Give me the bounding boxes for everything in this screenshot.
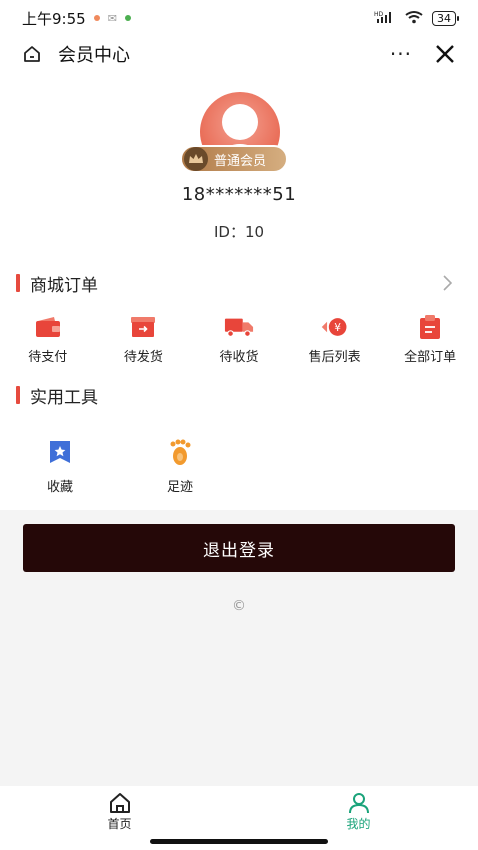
bottom-tab-bar: 首页 我的 (0, 786, 478, 850)
page-title: 会员中心 (58, 45, 130, 66)
home-indicator (150, 839, 328, 844)
order-item-label: 待收货 (219, 350, 259, 365)
profile-card: 普通会员 18*******51 ID：10 (0, 72, 478, 262)
tools-section: 实用工具 收藏 足迹 (0, 374, 478, 510)
order-after-sales[interactable]: ¥ 售后列表 (287, 314, 383, 365)
order-item-label: 待支付 (28, 350, 68, 365)
crown-icon (184, 147, 208, 171)
orders-header[interactable]: 商城订单 (0, 262, 478, 304)
truck-icon (224, 314, 254, 340)
orders-title: 商城订单 (30, 275, 98, 296)
member-level-label: 普通会员 (214, 153, 267, 169)
refund-icon: ¥ (320, 314, 350, 340)
user-id: ID：10 (213, 223, 265, 241)
clipboard-icon (415, 314, 445, 340)
battery-icon: 34 (432, 10, 459, 26)
order-pending-shipment[interactable]: 待发货 (96, 314, 192, 365)
wifi-icon (404, 10, 424, 27)
member-level-badge: 普通会员 (180, 145, 288, 173)
tool-footprints[interactable]: 足迹 (120, 438, 240, 510)
tools-title: 实用工具 (30, 387, 98, 408)
order-item-label: 待发货 (123, 350, 163, 365)
order-pending-receipt[interactable]: 待收货 (191, 314, 287, 365)
orders-section: 商城订单 待支付 待发货 待收货 ¥ 售后列表 全部订单 (0, 262, 478, 374)
wallet-icon (33, 314, 63, 340)
more-button[interactable]: ··· (380, 42, 422, 66)
home-tab-icon (107, 792, 133, 814)
footprint-icon (166, 438, 194, 466)
bookmark-star-icon (46, 438, 74, 466)
logout-button[interactable]: 退出登录 (23, 524, 455, 572)
order-status-grid: 待支付 待发货 待收货 ¥ 售后列表 全部订单 (0, 304, 478, 374)
tool-item-label: 收藏 (46, 480, 73, 495)
status-time: 上午9:55 (22, 9, 86, 28)
package-icon (128, 314, 158, 340)
svg-text:¥: ¥ (334, 322, 341, 334)
top-area: 上午9:55 ✉ HD 34 会员中心 ··· (0, 0, 478, 72)
order-item-label: 售后列表 (308, 350, 361, 365)
close-icon[interactable] (432, 41, 458, 67)
signal-icon: HD (374, 10, 396, 27)
order-all[interactable]: 全部订单 (382, 314, 478, 365)
order-pending-payment[interactable]: 待支付 (0, 314, 96, 365)
chevron-right-icon[interactable] (442, 275, 456, 291)
copyright-text: © (232, 598, 246, 614)
section-accent-bar (16, 386, 20, 404)
tool-item-label: 足迹 (166, 480, 193, 495)
logout-area: 退出登录 © (0, 510, 478, 614)
user-phone: 18*******51 (181, 184, 297, 205)
order-item-label: 全部订单 (404, 350, 457, 365)
tab-label: 首页 (107, 817, 132, 831)
app-notification-icon (124, 15, 131, 21)
person-icon (346, 792, 372, 814)
tools-header: 实用工具 (0, 374, 478, 416)
section-accent-bar (16, 274, 20, 292)
tab-label: 我的 (346, 817, 371, 831)
tools-grid: 收藏 足迹 (0, 416, 478, 510)
notification-dot-icon (93, 15, 100, 21)
status-bar: 上午9:55 ✉ HD 34 (0, 0, 478, 36)
home-icon[interactable] (20, 42, 44, 66)
title-bar: 会员中心 ··· (0, 36, 478, 72)
signal-hd-label: HD (374, 11, 384, 18)
notification-icon: ✉ (107, 11, 117, 25)
tool-favorites[interactable]: 收藏 (0, 438, 120, 510)
